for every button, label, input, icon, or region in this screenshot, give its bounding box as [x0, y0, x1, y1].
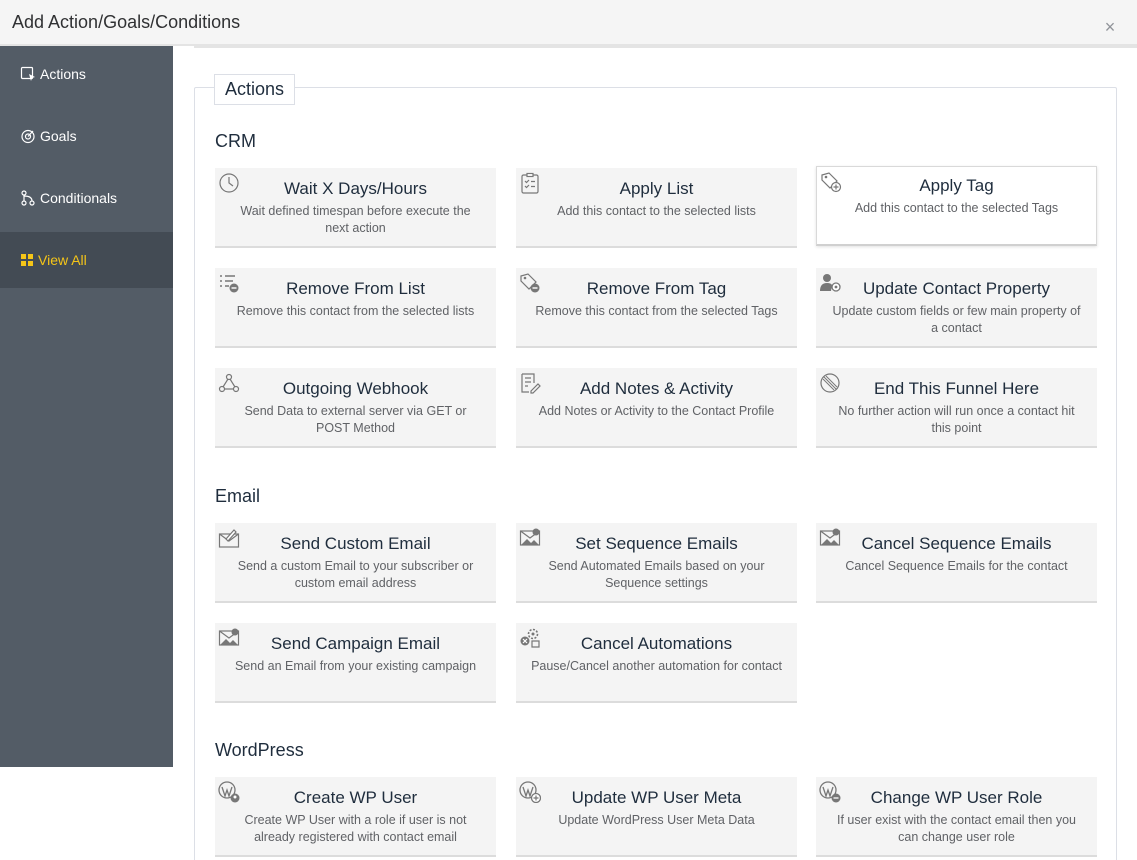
card-title: Outgoing Webhook	[282, 379, 429, 398]
card-update-contact-property[interactable]: Update Contact Property Update custom fi…	[816, 268, 1097, 348]
card-title: Send Campaign Email	[270, 634, 441, 653]
divider	[194, 46, 1137, 48]
add-action-dialog: Add Action/Goals/Conditions × Actions Go…	[0, 0, 1137, 860]
card-remove-from-tag[interactable]: Remove From Tag Remove this contact from…	[516, 268, 797, 348]
card-description: Pause/Cancel another automation for cont…	[531, 659, 782, 673]
goal-icon	[21, 129, 35, 144]
card-send-campaign-email[interactable]: Send Campaign Email Send an Email from y…	[215, 623, 496, 703]
card-outgoing-webhook[interactable]: Outgoing Webhook Send Data to external s…	[215, 368, 496, 448]
card-description: Update custom fields or few main propert…	[832, 304, 1081, 335]
card-cancel-automations[interactable]: Cancel Automations Pause/Cancel another …	[516, 623, 797, 703]
card-create-wp-user[interactable]: Create WP User Create WP User with a rol…	[215, 777, 496, 857]
sidebar-item-label: Actions	[40, 66, 86, 82]
card-description: Send Automated Emails based on your Sequ…	[548, 559, 765, 590]
dialog-header: Add Action/Goals/Conditions ×	[0, 0, 1137, 46]
sidebar-item-goals[interactable]: Goals	[0, 108, 173, 164]
card-title: Update Contact Property	[862, 279, 1051, 298]
card-description: Remove this contact from the selected li…	[236, 304, 475, 318]
conditional-icon	[21, 190, 35, 206]
card-title: Create WP User	[293, 788, 418, 807]
section-title-email: Email	[215, 486, 261, 506]
grid-icon	[21, 254, 33, 266]
card-remove-from-list[interactable]: Remove From List Remove this contact fro…	[215, 268, 496, 348]
card-send-custom-email[interactable]: Send Custom Email Send a custom Email to…	[215, 523, 496, 603]
card-set-sequence-emails[interactable]: Set Sequence Emails Send Automated Email…	[516, 523, 797, 603]
sidebar-item-label: View All	[38, 252, 87, 268]
card-title: Set Sequence Emails	[575, 534, 738, 553]
card-update-wp-user-meta[interactable]: Update WP User Meta Update WordPress Use…	[516, 777, 797, 857]
sidebar-item-label: Conditionals	[40, 190, 118, 206]
card-title: Send Custom Email	[280, 534, 431, 553]
card-wait-days-hours[interactable]: Wait X Days/Hours Wait defined timespan …	[215, 168, 496, 248]
card-description: Send Data to external server via GET or …	[244, 404, 467, 435]
card-title: Remove From Tag	[586, 279, 727, 298]
card-description: If user exist with the contact email the…	[836, 813, 1076, 844]
card-description: Send an Email from your existing campaig…	[234, 659, 477, 673]
card-title: Change WP User Role	[870, 788, 1043, 807]
main-content: Actions CRM Wait X Days/Hours Wait defin…	[173, 46, 1137, 860]
close-icon[interactable]: ×	[1103, 18, 1117, 36]
action-icon	[20, 66, 35, 81]
section-title-wordpress: WordPress	[215, 740, 304, 760]
card-change-wp-user-role[interactable]: Change WP User Role If user exist with t…	[816, 777, 1097, 857]
card-apply-list[interactable]: Apply List Add this contact to the selec…	[516, 168, 797, 248]
card-add-notes-activity[interactable]: Add Notes & Activity Add Notes or Activi…	[516, 368, 797, 448]
sidebar-item-label: Goals	[40, 128, 77, 144]
card-cancel-sequence-emails[interactable]: Cancel Sequence Emails Cancel Sequence E…	[816, 523, 1097, 603]
card-title: Cancel Sequence Emails	[861, 534, 1052, 553]
card-description: Update WordPress User Meta Data	[558, 813, 755, 827]
card-title: Add Notes & Activity	[579, 379, 734, 398]
card-end-this-funnel-here[interactable]: End This Funnel Here No further action w…	[816, 368, 1097, 448]
card-description: Add this contact to the selected Tags	[854, 201, 1059, 215]
sidebar-item-view-all[interactable]: View All	[0, 232, 173, 288]
card-description: Cancel Sequence Emails for the contact	[845, 559, 1068, 573]
card-description: Send a custom Email to your subscriber o…	[237, 559, 474, 590]
card-title: Apply List	[619, 179, 694, 198]
card-description: Add Notes or Activity to the Contact Pro…	[538, 404, 775, 418]
sidebar-item-conditionals[interactable]: Conditionals	[0, 170, 173, 226]
card-description: Create WP User with a role if user is no…	[244, 813, 467, 844]
dialog-title: Add Action/Goals/Conditions	[12, 12, 241, 32]
card-title: Update WP User Meta	[571, 788, 742, 807]
section-title-crm: CRM	[215, 131, 256, 151]
card-title: Cancel Automations	[580, 634, 733, 653]
sidebar: Actions Goals Conditionals View All	[0, 46, 173, 767]
card-description: Remove this contact from the selected Ta…	[535, 304, 778, 318]
card-title: Wait X Days/Hours	[284, 179, 427, 198]
card-title: End This Funnel Here	[873, 379, 1040, 398]
card-description: No further action will run once a contac…	[838, 404, 1075, 435]
card-description: Add this contact to the selected lists	[557, 204, 756, 218]
sidebar-item-actions[interactable]: Actions	[0, 46, 173, 102]
card-apply-tag[interactable]: Apply Tag Add this contact to the select…	[816, 166, 1097, 246]
card-title: Remove From List	[286, 279, 425, 298]
card-description: Wait defined timespan before execute the…	[240, 204, 471, 235]
fieldset-legend: Actions	[214, 74, 296, 105]
card-title: Apply Tag	[919, 176, 994, 195]
